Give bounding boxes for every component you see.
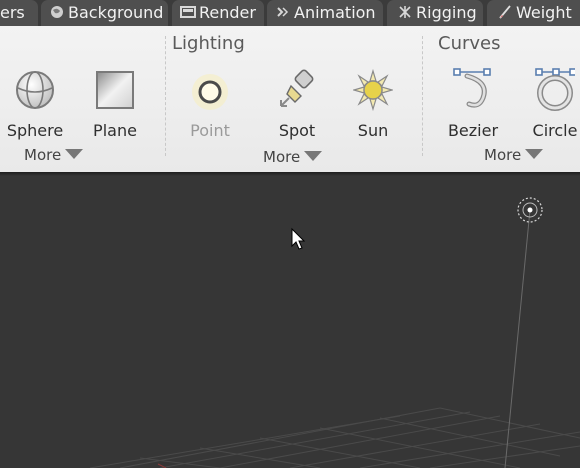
circle-curve-label: Circle	[532, 121, 578, 140]
tab-label: Weight	[516, 3, 572, 22]
sun-light-label: Sun	[357, 121, 389, 140]
sphere-label: Sphere	[6, 121, 64, 140]
point-light-icon	[190, 68, 230, 112]
render-icon	[180, 4, 196, 20]
tab-background[interactable]: Background	[41, 0, 168, 26]
chevron-down-icon	[65, 149, 84, 159]
animation-icon	[275, 4, 291, 20]
tab-label: ers	[0, 3, 25, 22]
globe-icon	[49, 4, 65, 20]
tab-weight[interactable]: Weight	[487, 0, 580, 26]
more-label: More	[484, 146, 522, 164]
curves-more-button[interactable]: More	[484, 146, 544, 164]
point-light-label: Point	[190, 121, 230, 140]
point-light-button[interactable]: Point	[170, 66, 250, 146]
curves-group-title: Curves	[438, 33, 501, 54]
plane-icon	[95, 68, 135, 112]
circle-curve-button[interactable]: Circle	[515, 66, 580, 146]
plane-button[interactable]: Plane	[75, 66, 155, 146]
tab-label: Animation	[294, 3, 376, 22]
chevron-down-icon	[525, 149, 544, 159]
more-label: More	[24, 146, 62, 164]
sphere-icon	[15, 68, 55, 112]
lighting-group-title: Lighting	[172, 33, 245, 54]
tab-animation[interactable]: Animation	[267, 0, 383, 26]
group-divider	[165, 36, 166, 156]
spot-light-button[interactable]: Spot	[257, 66, 337, 146]
rigging-icon	[397, 4, 413, 20]
circle-curve-icon	[535, 68, 577, 112]
3d-viewport[interactable]	[0, 176, 580, 468]
weight-icon	[497, 4, 513, 20]
tab-label: Background	[68, 3, 164, 22]
spot-light-icon	[277, 68, 317, 112]
tab-layers[interactable]: ers	[0, 0, 38, 26]
primitives-more-button[interactable]: More	[24, 146, 84, 164]
tab-bar: ers Background Render Animation Rigging …	[0, 0, 580, 26]
sun-light-button[interactable]: Sun	[333, 66, 413, 146]
sphere-button[interactable]: Sphere	[0, 66, 75, 146]
sun-icon	[351, 68, 395, 112]
group-divider	[422, 36, 423, 156]
tab-render[interactable]: Render	[172, 0, 264, 26]
tab-label: Rigging	[416, 3, 477, 22]
tab-label: Render	[199, 3, 256, 22]
light-gizmo[interactable]	[517, 197, 543, 223]
more-label: More	[263, 148, 301, 166]
lighting-more-button[interactable]: More	[263, 148, 323, 166]
tab-rigging[interactable]: Rigging	[387, 0, 483, 26]
spot-light-label: Spot	[278, 121, 316, 140]
mouse-cursor	[291, 227, 306, 250]
chevron-down-icon	[304, 151, 323, 161]
floor-grid	[89, 407, 580, 468]
light-direction-line	[504, 209, 531, 468]
bezier-curve-label: Bezier	[447, 121, 499, 140]
bezier-curve-icon	[453, 68, 493, 112]
bezier-curve-button[interactable]: Bezier	[433, 66, 513, 146]
plane-label: Plane	[93, 121, 137, 140]
